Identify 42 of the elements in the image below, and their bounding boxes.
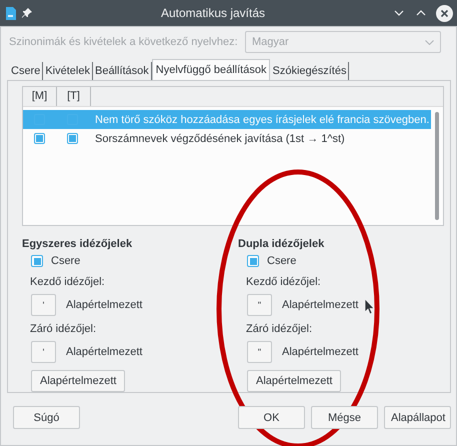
pin-icon[interactable]	[22, 8, 32, 18]
checkbox[interactable]	[31, 255, 43, 267]
checkbox[interactable]	[247, 255, 259, 267]
quote-button[interactable]: '	[31, 341, 56, 363]
list-row[interactable]: Sorszámnevek végződésének javítása (1st → 1^st)	[23, 129, 431, 148]
chevron-up-icon[interactable]	[416, 10, 426, 16]
checkbox-label: Csere	[51, 255, 80, 267]
quote-button[interactable]: "	[247, 341, 272, 363]
option-text: Sorszámnevek végződésének javítása (1st → 1^st)	[94, 132, 345, 144]
checkbox[interactable]	[34, 133, 45, 144]
option-text: Nem törő szóköz hozzáadása egyes írásjelek elé francia szövegben.	[94, 114, 430, 126]
language-label: Szinonimák és kivételek a következő nyelvhez:	[9, 36, 238, 48]
default-button[interactable]: Alapértelmezett	[247, 370, 342, 392]
chevron-down-icon[interactable]	[394, 10, 404, 16]
mouse-pointer-icon	[365, 299, 375, 314]
chevron-down-icon	[425, 40, 434, 44]
dialog-button[interactable]: Alapállapot	[384, 406, 451, 429]
group-title: Dupla idézőjelek	[238, 238, 326, 252]
dialog-button[interactable]: OK	[238, 406, 305, 429]
scrollbar[interactable]	[435, 112, 439, 220]
default-button[interactable]: Alapértelmezett	[31, 370, 126, 392]
group-title: Egyszeres idézőjelek	[22, 238, 134, 252]
quote-button[interactable]: '	[31, 294, 56, 316]
quote-name: Alapértelmezett	[66, 299, 142, 311]
quote-name: Alapértelmezett	[282, 299, 358, 311]
field-label: Kezdő idézőjel:	[245, 276, 322, 290]
quote-name: Alapértelmezett	[66, 346, 142, 358]
checkbox-label: Csere	[267, 255, 296, 267]
close-icon[interactable]	[436, 4, 453, 22]
field-label: Kezdő idézőjel:	[29, 276, 106, 290]
field-label: Záró idézőjel:	[245, 323, 314, 337]
dialog-button[interactable]: Súgó	[13, 406, 80, 429]
quote-name: Alapértelmezett	[282, 346, 358, 358]
tab[interactable]: Nyelvfüggő beállítások	[152, 59, 270, 80]
column-header[interactable]: [T]	[57, 87, 91, 106]
dialog-button[interactable]: Mégse	[311, 406, 378, 429]
field-label: Záró idézőjel:	[29, 323, 98, 337]
checkbox[interactable]	[67, 133, 78, 144]
document-icon	[6, 6, 16, 20]
column-header[interactable]: [M]	[23, 87, 57, 106]
window-title: Automatikus javítás	[160, 6, 266, 20]
quote-button[interactable]: "	[247, 294, 272, 316]
